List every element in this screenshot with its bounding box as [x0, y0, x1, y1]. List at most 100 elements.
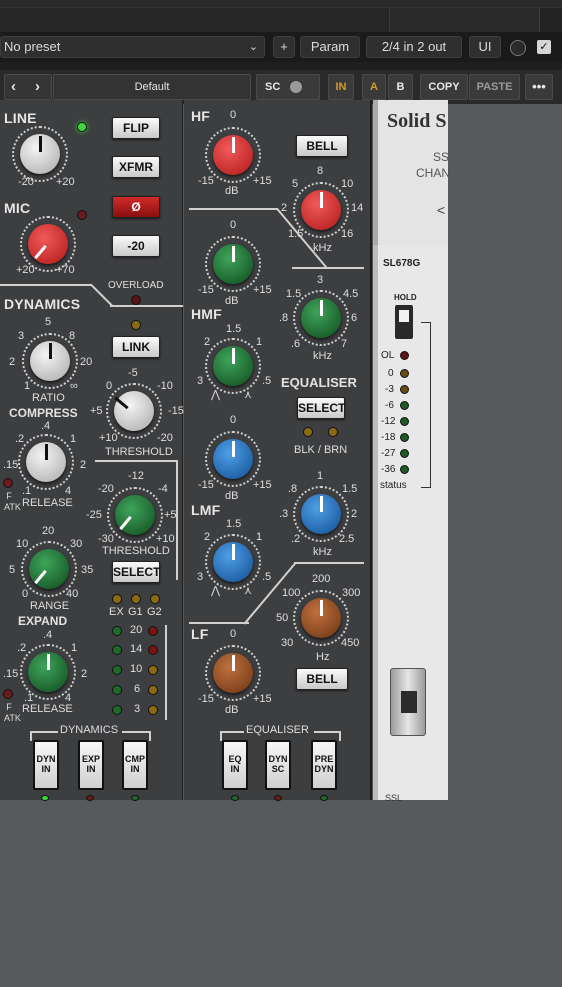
hmf-frequency-knob[interactable]: [301, 298, 341, 338]
meter-led-yellow: [400, 385, 409, 394]
plugin-preset-selector[interactable]: Default: [53, 74, 251, 100]
lmf-q-knob[interactable]: [213, 542, 253, 582]
blk-led: [303, 427, 313, 437]
gate-thr-tick: -12: [128, 470, 144, 482]
brand-chan: CHAN: [416, 166, 451, 180]
lmf-gain-unit: dB: [225, 490, 239, 502]
separator: [0, 62, 562, 70]
exp-in-switch[interactable]: EXP IN: [78, 740, 104, 790]
hold-switch[interactable]: [395, 305, 413, 339]
line-label: LINE: [4, 110, 37, 126]
compressor-release-knob[interactable]: [26, 442, 66, 482]
preset-dropdown[interactable]: No preset ⌄: [0, 36, 265, 58]
expand-release-label: RELEASE: [22, 703, 73, 715]
host-tab[interactable]: [390, 8, 540, 32]
lf-frequency-knob[interactable]: [301, 598, 341, 638]
compressor-threshold-label: THRESHOLD: [105, 446, 173, 458]
a-button[interactable]: A: [362, 74, 386, 100]
cmp-in-led: [131, 795, 139, 801]
lmf-gain-knob[interactable]: [213, 439, 253, 479]
lf-gain-knob[interactable]: [213, 653, 253, 693]
q-narrow-icon: ⋏: [244, 389, 253, 401]
hmf-q-knob[interactable]: [213, 346, 253, 386]
lmf-freq-tick: 1.5: [342, 483, 358, 495]
eq-in-switch[interactable]: EQ IN: [222, 740, 248, 790]
line-max-label: +20: [56, 176, 75, 188]
host-tab[interactable]: [0, 8, 390, 32]
lmf-q-tick: 3: [197, 571, 204, 583]
lmf-q-tick: .5: [262, 571, 272, 583]
mic-gain-knob[interactable]: [28, 224, 68, 264]
compressor-threshold-knob[interactable]: [114, 391, 154, 431]
ui-button[interactable]: UI: [469, 36, 501, 58]
gate-thr-tick: -4: [158, 483, 168, 495]
range-tick: 20: [42, 525, 55, 537]
next-arrow-icon[interactable]: ›: [35, 75, 40, 99]
gr-led-yellow: [148, 705, 158, 715]
line-gain-knob[interactable]: [20, 134, 60, 174]
dyn-in-switch[interactable]: DYN IN: [33, 740, 59, 790]
hf-frequency-knob[interactable]: [301, 190, 341, 230]
add-preset-button[interactable]: +: [273, 36, 295, 58]
lf-label: LF: [191, 626, 209, 642]
hold-label: HOLD: [394, 293, 417, 302]
sc-toggle-icon[interactable]: [290, 81, 302, 93]
lmf-frequency-knob[interactable]: [301, 494, 341, 534]
fader-cap[interactable]: [401, 691, 417, 713]
expand-release-knob[interactable]: [28, 652, 68, 692]
ratio-tick: 20: [80, 356, 93, 368]
hmf-freq-tick: 6: [351, 312, 358, 324]
dyn-sc-switch[interactable]: DYN SC: [265, 740, 291, 790]
g1-led: [131, 594, 141, 604]
rel-tick: .2: [15, 433, 25, 445]
lmf-label: LMF: [191, 502, 221, 518]
copy-button[interactable]: COPY: [420, 74, 468, 100]
gain-tick: -15: [198, 693, 214, 705]
g2-label: G2: [147, 606, 162, 618]
b-button[interactable]: B: [388, 74, 413, 100]
hf-bell-button[interactable]: BELL: [296, 135, 348, 157]
pre-dyn-switch[interactable]: PRE DYN: [311, 740, 337, 790]
q-narrow-icon: ⋏: [244, 585, 253, 597]
input-dynamics-panel: LINE -20 +20 FLIP XFMR Ø -20 MIC +20 +70…: [0, 100, 184, 801]
ratio-knob[interactable]: [30, 341, 70, 381]
hmf-q-tick: 3: [197, 375, 204, 387]
eq-select-button[interactable]: SELECT: [297, 397, 345, 419]
mic-min-label: +20: [16, 264, 35, 276]
ssl-logo: SSL: [385, 793, 403, 803]
link-button[interactable]: LINK: [112, 336, 160, 358]
routing-button[interactable]: 2/4 in 2 out: [366, 36, 462, 58]
hf-freq-unit: kHz: [313, 242, 332, 254]
hmf-freq-tick: 1.5: [286, 288, 302, 300]
gate-thr-tick: -25: [86, 509, 102, 521]
previous-arrow-icon[interactable]: ‹: [11, 75, 16, 99]
collapse-arrow-icon[interactable]: <: [437, 202, 445, 218]
hf-gain-knob[interactable]: [213, 135, 253, 175]
divider: [165, 625, 167, 720]
gain-tick: +15: [253, 479, 272, 491]
paste-button[interactable]: PASTE: [469, 74, 520, 100]
param-button[interactable]: Param: [300, 36, 360, 58]
fader[interactable]: [390, 668, 426, 736]
cmp-in-switch[interactable]: CMP IN: [122, 740, 148, 790]
gain-tick: 0: [230, 414, 237, 426]
lf-bell-button[interactable]: BELL: [296, 668, 348, 690]
sidechain-control[interactable]: SC: [256, 74, 320, 100]
wet-dry-knob-icon[interactable]: [510, 40, 526, 56]
flip-button[interactable]: FLIP: [112, 117, 160, 139]
hmf-gain-knob[interactable]: [213, 244, 253, 284]
xfmr-button[interactable]: XFMR: [112, 156, 160, 178]
exp-rel-tick: 2: [81, 668, 88, 680]
range-tick: 35: [81, 564, 94, 576]
pad-button[interactable]: -20: [112, 235, 160, 257]
hf-freq-tick: 10: [341, 178, 354, 190]
range-knob[interactable]: [29, 549, 69, 589]
overload-led: [131, 295, 141, 305]
gate-threshold-knob[interactable]: [115, 495, 155, 535]
dynamics-select-button[interactable]: SELECT: [112, 561, 160, 583]
more-button[interactable]: •••: [525, 74, 553, 100]
gain-tick: -15: [198, 479, 214, 491]
in-button[interactable]: IN: [328, 74, 354, 100]
enable-checkbox[interactable]: ✓: [537, 40, 551, 54]
phase-button[interactable]: Ø: [112, 196, 160, 218]
